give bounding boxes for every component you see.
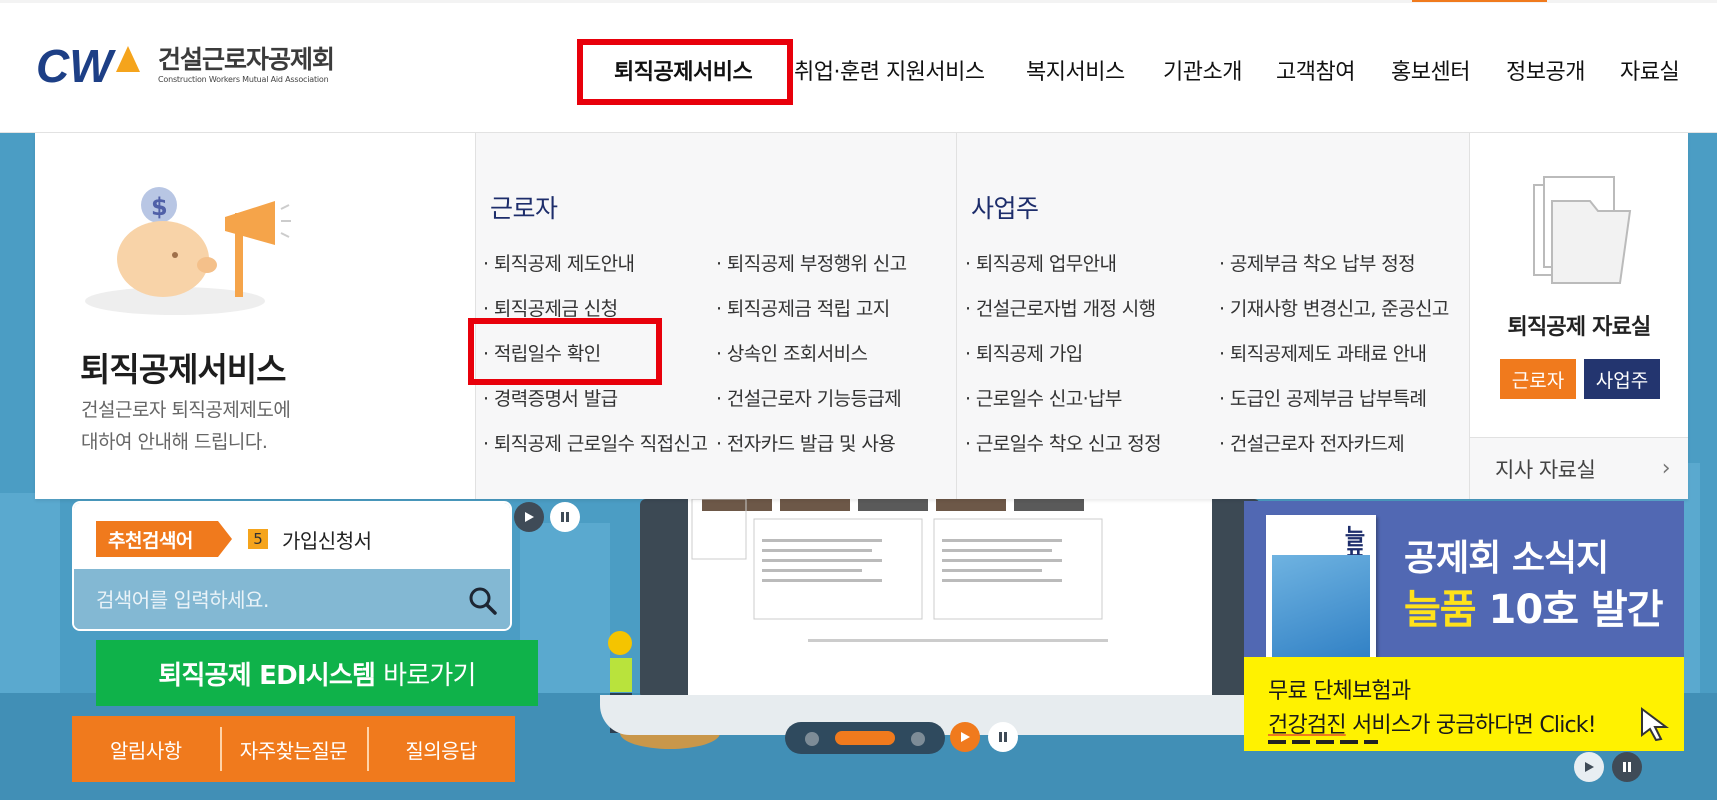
play-icon bbox=[961, 732, 970, 742]
folder-icon bbox=[1533, 176, 1632, 284]
banner-pause-button[interactable] bbox=[1612, 752, 1642, 782]
gnb-about[interactable]: 기관소개 bbox=[1163, 54, 1242, 86]
mega-title: 퇴직공제서비스 bbox=[80, 350, 287, 389]
menu-link-accumulation-notice[interactable]: · 퇴직공제금 적립 고지 bbox=[716, 294, 890, 321]
branch-library-label: 지사 자료실 bbox=[1495, 457, 1596, 482]
piggy-bank-icon: $ bbox=[85, 187, 291, 315]
banner-subheadline: 늘품 10호 발간 bbox=[1404, 587, 1664, 633]
menu-link-penalty-guide[interactable]: · 퇴직공제제도 과태료 안내 bbox=[1219, 339, 1427, 366]
menu-link-direct-report[interactable]: · 퇴직공제 근로일수 직접신고 bbox=[483, 429, 708, 456]
pause-icon bbox=[999, 732, 1007, 742]
quick-link-notice[interactable]: 알림사항 bbox=[72, 735, 220, 764]
gnb-info-disclosure[interactable]: 정보공개 bbox=[1506, 54, 1585, 86]
mega-worker-section: 근로자 · 퇴직공제 제도안내 · 퇴직공제금 신청 · 적립일수 확인 · 경… bbox=[476, 133, 957, 499]
top-accent bbox=[1412, 0, 1547, 2]
quick-link-qna[interactable]: 질의응답 bbox=[367, 726, 515, 771]
laptop-screen bbox=[688, 498, 1212, 699]
menu-link-career-certificate[interactable]: · 경력증명서 발급 bbox=[483, 384, 618, 411]
main-play-button[interactable] bbox=[950, 722, 980, 752]
site-logo[interactable]: CW 건설근로자공제회 Construction Workers Mutual … bbox=[36, 37, 335, 93]
edi-system-button[interactable]: 퇴직공제 EDI시스템 바로가기 bbox=[96, 640, 538, 706]
search-icon[interactable] bbox=[468, 586, 498, 616]
gnb-pr-center[interactable]: 홍보센터 bbox=[1391, 54, 1470, 86]
rec-play-button[interactable] bbox=[514, 502, 544, 532]
gnb-retirement-service[interactable]: 퇴직공제서비스 bbox=[614, 54, 753, 86]
menu-link-payment-correction[interactable]: · 공제부금 착오 납부 정정 bbox=[1219, 249, 1416, 276]
cursor-arrow-icon bbox=[1641, 707, 1669, 741]
rec-pause-button[interactable] bbox=[550, 502, 580, 532]
menu-link-change-report[interactable]: · 기재사항 변경신고, 준공신고 bbox=[1219, 294, 1449, 321]
svg-text:$: $ bbox=[151, 193, 168, 221]
logo-korean: 건설근로자공제회 bbox=[158, 45, 335, 74]
menu-link-e-card-system[interactable]: · 건설근로자 전자카드제 bbox=[1219, 429, 1405, 456]
main-pause-button[interactable] bbox=[988, 722, 1018, 752]
insurance-line1: 무료 단체보험과 bbox=[1268, 679, 1411, 704]
branch-library-link[interactable]: 지사 자료실 › bbox=[1470, 437, 1688, 499]
newsletter-cover: 늘품 bbox=[1266, 515, 1376, 670]
laptop-illustration bbox=[600, 498, 1300, 735]
gnb-employment-training[interactable]: 취업·훈련 지원서비스 bbox=[794, 54, 985, 86]
recommend-tag: 추천검색어 bbox=[96, 521, 232, 557]
library-worker-button[interactable]: 근로자 bbox=[1500, 359, 1576, 399]
menu-link-join[interactable]: · 퇴직공제 가입 bbox=[965, 339, 1083, 366]
menu-link-e-card[interactable]: · 전자카드 발급 및 사용 bbox=[716, 429, 896, 456]
employer-section-title: 사업주 bbox=[971, 194, 1039, 223]
quick-links: 알림사항 자주찾는질문 질의응답 bbox=[72, 716, 515, 782]
menu-link-retirement-apply[interactable]: · 퇴직공제금 신청 bbox=[483, 294, 618, 321]
mega-menu: $ 퇴직공제서비스 건설근로자 퇴직공제제도에 대하여 안내해 드립니다. 근로… bbox=[35, 133, 1688, 499]
play-icon bbox=[1585, 762, 1594, 772]
gnb-customer[interactable]: 고객참여 bbox=[1276, 54, 1355, 86]
menu-link-accumulated-days[interactable]: · 적립일수 확인 bbox=[483, 339, 601, 366]
quick-link-faq[interactable]: 자주찾는질문 bbox=[219, 726, 368, 771]
search-widget: 추천검색어 5 가입신청서 bbox=[72, 501, 512, 631]
menu-link-workdays-correction[interactable]: · 근로일수 착오 신고 정정 bbox=[965, 429, 1162, 456]
edi-bold-label: 퇴직공제 EDI시스템 bbox=[158, 660, 376, 691]
cw-logo-icon: CW bbox=[36, 40, 140, 90]
mega-desc-line2: 대하여 안내해 드립니다. bbox=[81, 431, 268, 453]
mega-intro: $ 퇴직공제서비스 건설근로자 퇴직공제제도에 대하여 안내해 드립니다. bbox=[35, 133, 476, 499]
pause-icon bbox=[1623, 762, 1631, 772]
logo-english: Construction Workers Mutual Aid Associat… bbox=[158, 75, 329, 84]
library-title: 퇴직공제 자료실 bbox=[1507, 315, 1652, 340]
gnb-welfare[interactable]: 복지서비스 bbox=[1026, 54, 1125, 86]
menu-link-skill-grade[interactable]: · 건설근로자 기능등급제 bbox=[716, 384, 902, 411]
insurance-line2: 건강검진 서비스가 궁금하다면 Click! bbox=[1268, 713, 1597, 738]
worker-section-title: 근로자 bbox=[490, 194, 558, 223]
menu-link-contractor-exception[interactable]: · 도급인 공제부금 납부특례 bbox=[1219, 384, 1427, 411]
recommend-keyword[interactable]: 가입신청서 bbox=[282, 525, 372, 554]
pause-icon bbox=[561, 512, 569, 522]
recommend-rank: 5 bbox=[248, 529, 268, 549]
library-employer-button[interactable]: 사업주 bbox=[1584, 359, 1660, 399]
mega-desc-line1: 건설근로자 퇴직공제제도에 bbox=[81, 399, 291, 421]
menu-link-law-amendment[interactable]: · 건설근로자법 개정 시행 bbox=[965, 294, 1156, 321]
menu-link-retirement-guide[interactable]: · 퇴직공제 제도안내 bbox=[483, 249, 635, 276]
menu-link-heir-inquiry[interactable]: · 상속인 조회서비스 bbox=[716, 339, 868, 366]
chevron-right-icon: › bbox=[1661, 456, 1671, 481]
edi-rest-label: 바로가기 bbox=[383, 660, 476, 691]
banner-insurance-strip[interactable]: 무료 단체보험과 건강검진 서비스가 궁금하다면 Click! bbox=[1244, 657, 1684, 751]
menu-link-workdays-report[interactable]: · 근로일수 신고·납부 bbox=[965, 384, 1122, 411]
mega-library: 퇴직공제 자료실 근로자 사업주 지사 자료실 › bbox=[1470, 133, 1688, 499]
search-input[interactable] bbox=[96, 581, 436, 619]
main-slider-indicator[interactable] bbox=[785, 722, 945, 754]
svg-text:CW: CW bbox=[36, 40, 116, 90]
banner-play-button[interactable] bbox=[1574, 752, 1604, 782]
mega-employer-section: 사업주 · 퇴직공제 업무안내 · 건설근로자법 개정 시행 · 퇴직공제 가입… bbox=[957, 133, 1470, 499]
menu-link-business-guide[interactable]: · 퇴직공제 업무안내 bbox=[965, 249, 1117, 276]
gnb-library[interactable]: 자료실 bbox=[1620, 54, 1680, 86]
newsletter-banner[interactable]: 늘품 공제회 소식지 늘품 10호 발간 무료 단체보험과 건강검진 서비스가 … bbox=[1244, 501, 1684, 751]
banner-headline: 공제회 소식지 bbox=[1404, 538, 1609, 579]
menu-link-fraud-report[interactable]: · 퇴직공제 부정행위 신고 bbox=[716, 249, 907, 276]
play-icon bbox=[525, 512, 534, 522]
